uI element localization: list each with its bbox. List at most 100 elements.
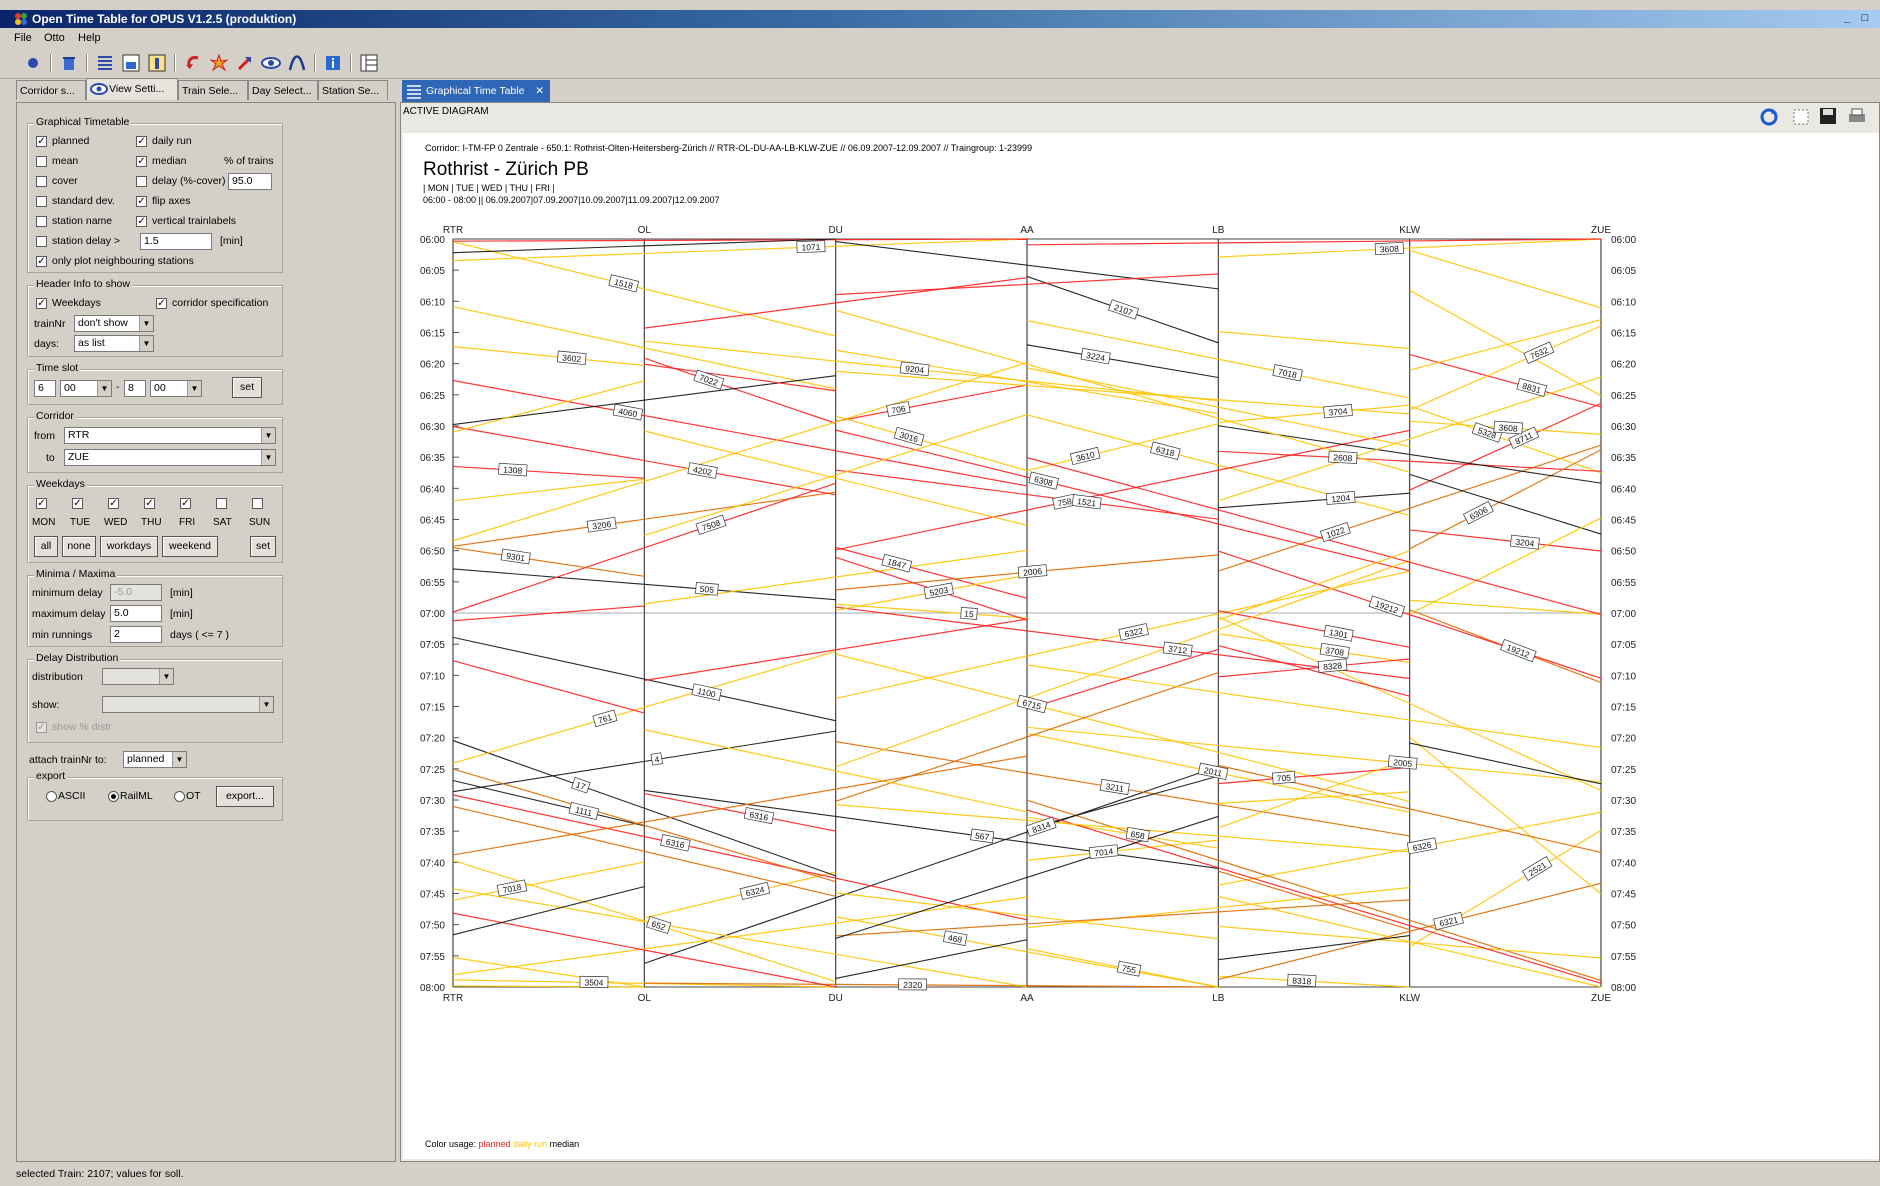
to-minute-select[interactable]: 00 ▼ — [150, 380, 202, 397]
train-label[interactable]: 8318 — [1287, 973, 1317, 988]
train-label[interactable]: 705 — [1271, 770, 1296, 785]
circle-dot-icon[interactable] — [22, 52, 44, 74]
close-tab-icon[interactable]: ✕ — [535, 80, 544, 102]
tab-day-selection[interactable]: Day Select... — [248, 80, 318, 100]
menu-help[interactable]: Help — [78, 28, 101, 48]
lines-icon[interactable] — [94, 52, 116, 74]
tab-corridor[interactable]: Corridor s... — [16, 80, 86, 100]
cover-checkbox[interactable] — [36, 176, 47, 187]
time-set-button[interactable]: set — [232, 377, 262, 398]
train-label[interactable]: 17 — [571, 776, 591, 794]
train-label[interactable]: 6308 — [1028, 471, 1059, 490]
weekdays-all-button[interactable]: all — [34, 536, 58, 557]
chart-alt-icon[interactable] — [146, 52, 168, 74]
train-label[interactable]: 2521 — [1521, 856, 1553, 881]
timetable-chart[interactable]: 06:00 06:00 06:05 06:05 06:10 06:10 06:15 06:15… — [403, 133, 1879, 1159]
delay-cover-field[interactable]: 95.0 — [228, 173, 272, 190]
tab-graphical-time-table[interactable]: Graphical Time Table ✕ — [402, 80, 550, 102]
weekdays-workdays-button[interactable]: workdays — [100, 536, 158, 557]
weekdays-weekend-button[interactable]: weekend — [162, 536, 218, 557]
tab-station-selection[interactable]: Station Se... — [318, 80, 388, 100]
weekday-tue-checkbox[interactable]: ✓ — [72, 498, 83, 509]
train-label[interactable]: 7632 — [1523, 341, 1555, 364]
train-label[interactable]: 652 — [646, 915, 672, 935]
mean-checkbox[interactable] — [36, 156, 47, 167]
train-label[interactable]: 1022 — [1319, 522, 1351, 543]
show-pct-checkbox[interactable]: ✓ — [36, 722, 47, 733]
train-label[interactable]: 1301 — [1323, 624, 1354, 642]
min-runnings-field[interactable]: 2 — [110, 626, 162, 643]
station-delay-checkbox[interactable] — [36, 236, 47, 247]
train-label[interactable]: 1204 — [1325, 491, 1356, 505]
corridor-from-select[interactable]: RTR ▼ — [64, 427, 276, 444]
train-label[interactable]: 3016 — [893, 426, 925, 447]
planned-checkbox[interactable]: ✓ — [36, 136, 47, 147]
print-icon[interactable] — [1847, 107, 1867, 128]
train-label[interactable]: 3206 — [586, 516, 617, 533]
train-label[interactable]: 3504 — [579, 975, 609, 989]
train-label[interactable]: 6321 — [1433, 911, 1464, 931]
eye-icon[interactable] — [260, 52, 282, 74]
min-delay-field[interactable]: -5.0 — [110, 584, 162, 601]
ot-radio[interactable] — [174, 791, 185, 802]
only-neighbouring-checkbox[interactable]: ✓ — [36, 256, 47, 267]
train-label[interactable]: 3708 — [1319, 642, 1350, 659]
train-label[interactable]: 3204 — [1509, 534, 1540, 550]
train-label[interactable]: 1308 — [498, 462, 528, 477]
daily-run-checkbox[interactable]: ✓ — [136, 136, 147, 147]
export-button[interactable]: export... — [216, 786, 274, 807]
train-label[interactable]: 1518 — [608, 274, 640, 293]
weekdays-none-button[interactable]: none — [62, 536, 96, 557]
train-label[interactable]: 468 — [942, 930, 968, 946]
train-label[interactable]: 6715 — [1016, 694, 1048, 714]
zoom-fit-icon[interactable] — [1791, 107, 1811, 130]
burst-icon[interactable] — [208, 52, 230, 74]
railml-radio[interactable] — [108, 791, 119, 802]
train-label[interactable]: 15 — [960, 606, 978, 620]
train-label[interactable]: 1847 — [881, 553, 913, 573]
panel-icon[interactable] — [358, 52, 380, 74]
trainnr-select[interactable]: don't show ▼ — [74, 315, 154, 332]
ascii-radio[interactable] — [46, 791, 57, 802]
dist-show-select[interactable]: ▼ — [102, 696, 274, 713]
train-label[interactable]: 1071 — [796, 240, 826, 254]
train-label[interactable]: 3608 — [1493, 420, 1523, 435]
train-label[interactable]: 2011 — [1197, 762, 1229, 780]
tab-train-selection[interactable]: Train Sele... — [178, 80, 248, 100]
weekdays-set-button[interactable]: set — [250, 536, 276, 557]
maximize-button[interactable]: □ — [1858, 11, 1872, 25]
arrow-flag-icon[interactable] — [234, 52, 256, 74]
train-label[interactable]: 6324 — [739, 881, 771, 900]
train-label[interactable]: 1521 — [1071, 494, 1102, 510]
train-label[interactable]: 6322 — [1118, 623, 1149, 641]
train-label[interactable]: 8328 — [1317, 658, 1348, 673]
distribution-select[interactable]: ▼ — [102, 668, 174, 685]
train-label[interactable]: 4202 — [687, 462, 718, 479]
info-icon[interactable] — [322, 52, 344, 74]
weekday-thu-checkbox[interactable]: ✓ — [144, 498, 155, 509]
diagram-canvas[interactable]: Corridor: I-TM-FP 0 Zentrale - 650.1: Ro… — [403, 133, 1879, 1159]
train-label[interactable]: 567 — [970, 828, 995, 844]
train-label[interactable]: 7018 — [496, 879, 528, 897]
train-label[interactable]: 19212 — [1500, 638, 1537, 663]
weekday-sat-checkbox[interactable] — [216, 498, 227, 509]
train-label[interactable]: 5203 — [923, 582, 954, 600]
train-label[interactable]: 7014 — [1088, 844, 1119, 860]
station-delay-field[interactable]: 1.5 — [140, 233, 212, 250]
weekday-fri-checkbox[interactable]: ✓ — [180, 498, 191, 509]
menu-file[interactable]: File — [14, 28, 32, 48]
from-hour-field[interactable]: 6 — [34, 380, 56, 397]
train-label[interactable]: 706 — [886, 401, 911, 417]
flip-axes-checkbox[interactable]: ✓ — [136, 196, 147, 207]
save-icon[interactable] — [1819, 107, 1837, 128]
station-name-checkbox[interactable] — [36, 216, 47, 227]
arrow-back-icon[interactable] — [182, 52, 204, 74]
train-label[interactable]: 3211 — [1099, 778, 1130, 796]
train-label[interactable]: 3610 — [1069, 446, 1101, 466]
corridor-to-select[interactable]: ZUE ▼ — [64, 449, 276, 466]
train-label[interactable]: 2005 — [1387, 755, 1418, 770]
train-label[interactable]: 6326 — [1406, 837, 1438, 855]
to-hour-field[interactable]: 8 — [124, 380, 146, 397]
from-minute-select[interactable]: 00 ▼ — [60, 380, 112, 397]
median-checkbox[interactable]: ✓ — [136, 156, 147, 167]
